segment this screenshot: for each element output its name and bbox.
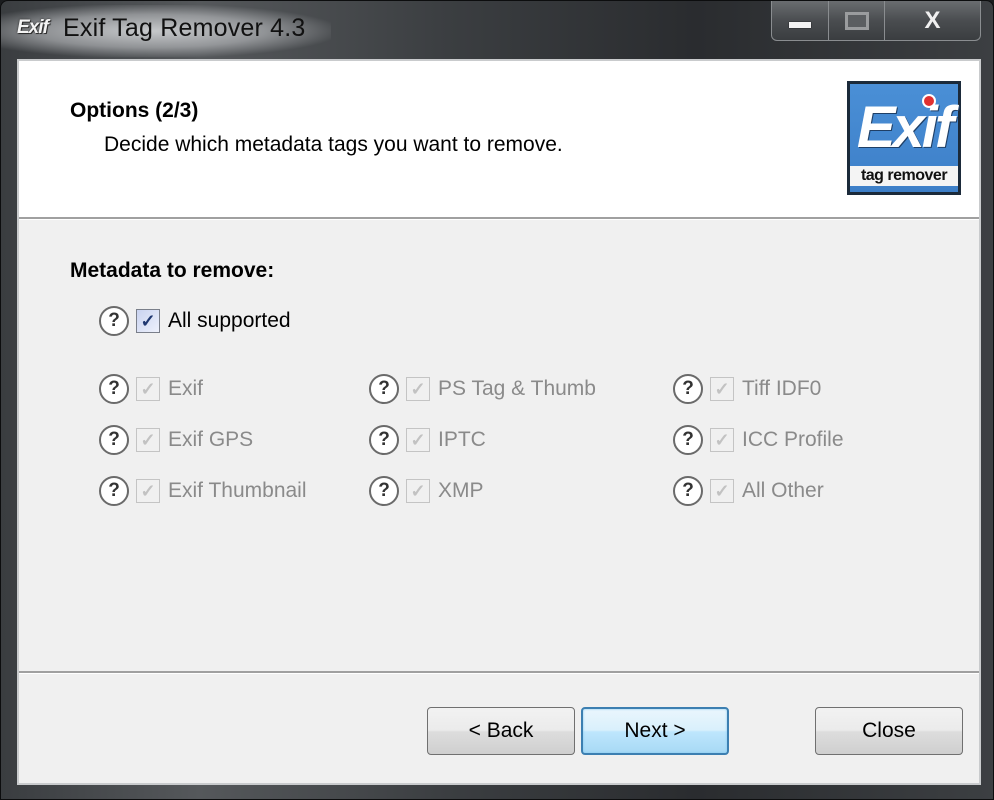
checkbox-label: Exif (168, 377, 204, 400)
minimize-icon (789, 21, 811, 28)
wizard-client-area: Options (2/3) Decide which metadata tags… (17, 59, 981, 785)
header-divider (19, 217, 979, 220)
option-xmp: ? ✓ XMP (369, 475, 484, 507)
help-icon[interactable]: ? (99, 374, 129, 404)
logo-sub-text: tag remover (850, 166, 958, 186)
footer-divider (19, 671, 979, 674)
next-button[interactable]: Next > (581, 707, 729, 755)
wizard-header: Options (2/3) Decide which metadata tags… (19, 61, 979, 217)
help-icon[interactable]: ? (369, 476, 399, 506)
checkbox-label: PS Tag & Thumb (438, 377, 596, 400)
checkbox-xmp[interactable]: ✓ (406, 479, 430, 503)
section-label: Metadata to remove: (70, 259, 275, 282)
help-icon[interactable]: ? (99, 425, 129, 455)
option-exif: ? ✓ Exif (99, 373, 203, 405)
option-all-supported: ? ✓ All supported (99, 305, 291, 337)
checkbox-label: IPTC (438, 428, 486, 451)
exif-logo: Exif tag remover (847, 81, 961, 195)
checkbox-all-other[interactable]: ✓ (710, 479, 734, 503)
help-icon[interactable]: ? (99, 306, 129, 336)
option-tiff-idf0: ? ✓ Tiff IDF0 (673, 373, 821, 405)
checkbox-label: Exif Thumbnail (168, 479, 307, 502)
app-icon[interactable]: Exif (17, 17, 51, 41)
checkbox-label: ICC Profile (742, 428, 844, 451)
option-all-other: ? ✓ All Other (673, 475, 824, 507)
window-title: Exif Tag Remover 4.3 (63, 14, 306, 42)
help-icon[interactable]: ? (369, 425, 399, 455)
option-ps-tag-thumb: ? ✓ PS Tag & Thumb (369, 373, 596, 405)
help-icon[interactable]: ? (673, 476, 703, 506)
help-icon[interactable]: ? (673, 374, 703, 404)
option-exif-thumbnail: ? ✓ Exif Thumbnail (99, 475, 307, 507)
checkbox-label[interactable]: All supported (168, 309, 291, 333)
help-icon[interactable]: ? (99, 476, 129, 506)
page-title: Options (2/3) (70, 99, 199, 122)
title-bar[interactable]: Exif Exif Tag Remover 4.3 X (1, 1, 993, 59)
option-icc-profile: ? ✓ ICC Profile (673, 424, 844, 456)
option-exif-gps: ? ✓ Exif GPS (99, 424, 253, 456)
checkbox-label: Tiff IDF0 (742, 377, 822, 400)
logo-main-text: Exif (856, 95, 954, 160)
maximize-button[interactable] (829, 1, 885, 41)
close-button[interactable]: Close (815, 707, 963, 755)
logo-remove-badge-icon (922, 94, 936, 108)
checkbox-label: XMP (438, 479, 484, 502)
maximize-icon (844, 11, 869, 30)
caption-buttons: X (771, 1, 981, 41)
checkbox-all-supported[interactable]: ✓ (136, 309, 160, 333)
checkbox-exif-gps[interactable]: ✓ (136, 428, 160, 452)
checkbox-label: All Other (742, 479, 824, 502)
back-button[interactable]: < Back (427, 707, 575, 755)
help-icon[interactable]: ? (673, 425, 703, 455)
checkbox-exif[interactable]: ✓ (136, 377, 160, 401)
checkbox-ps-tag-thumb[interactable]: ✓ (406, 377, 430, 401)
page-subtitle: Decide which metadata tags you want to r… (104, 133, 563, 156)
option-iptc: ? ✓ IPTC (369, 424, 486, 456)
checkbox-iptc[interactable]: ✓ (406, 428, 430, 452)
app-window: Exif Exif Tag Remover 4.3 X Options (2/3… (0, 0, 994, 800)
help-icon[interactable]: ? (369, 374, 399, 404)
checkbox-tiff-idf0[interactable]: ✓ (710, 377, 734, 401)
checkbox-icc-profile[interactable]: ✓ (710, 428, 734, 452)
minimize-button[interactable] (771, 1, 829, 41)
close-icon: X (924, 6, 941, 34)
close-window-button[interactable]: X (885, 1, 981, 41)
checkbox-label: Exif GPS (168, 428, 254, 451)
checkbox-exif-thumbnail[interactable]: ✓ (136, 479, 160, 503)
